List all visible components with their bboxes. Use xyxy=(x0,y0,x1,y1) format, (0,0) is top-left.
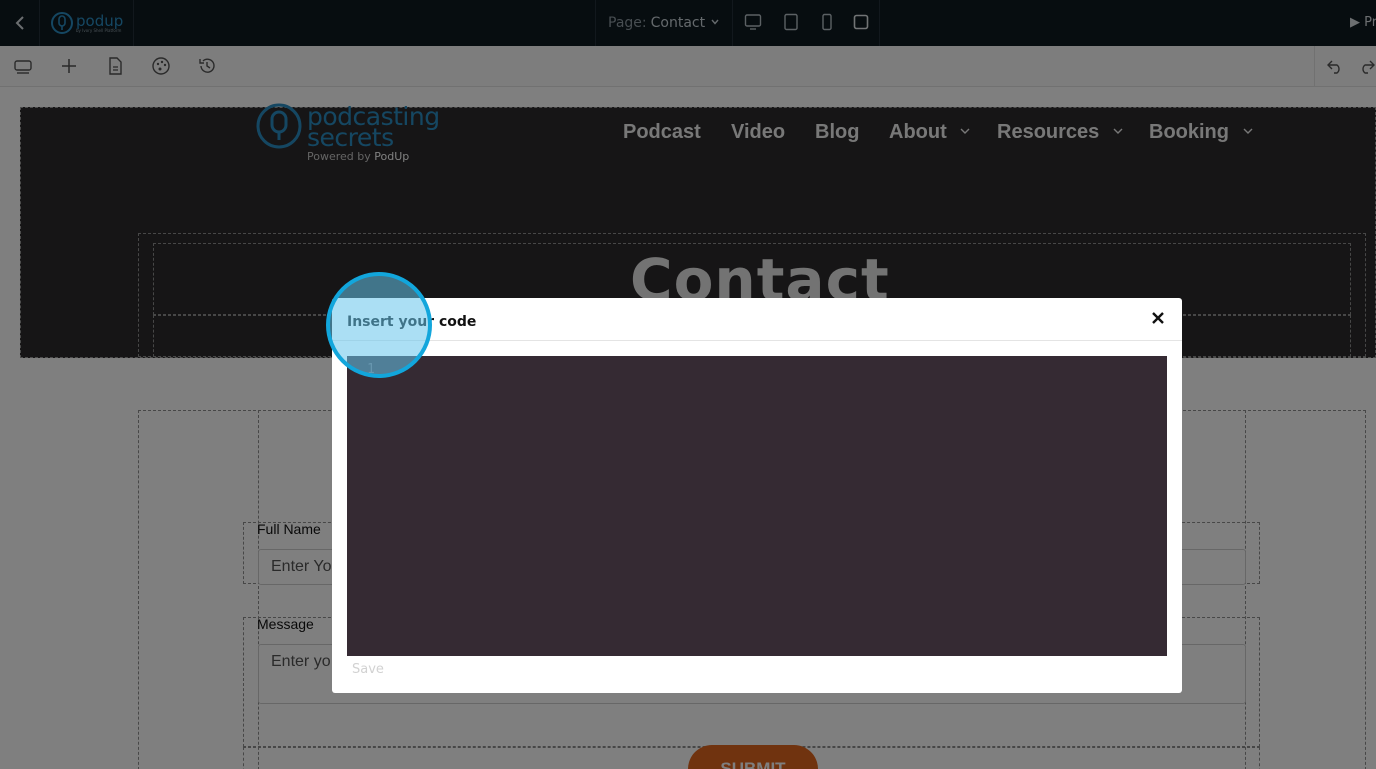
insert-code-modal: Insert your code 1 Save xyxy=(332,298,1182,693)
modal-header: Insert your code xyxy=(332,298,1182,341)
close-button[interactable] xyxy=(1150,310,1166,326)
save-button[interactable]: Save xyxy=(352,662,384,677)
click-highlight xyxy=(326,272,432,378)
close-icon xyxy=(1152,312,1164,324)
code-editor[interactable]: 1 xyxy=(347,356,1167,656)
